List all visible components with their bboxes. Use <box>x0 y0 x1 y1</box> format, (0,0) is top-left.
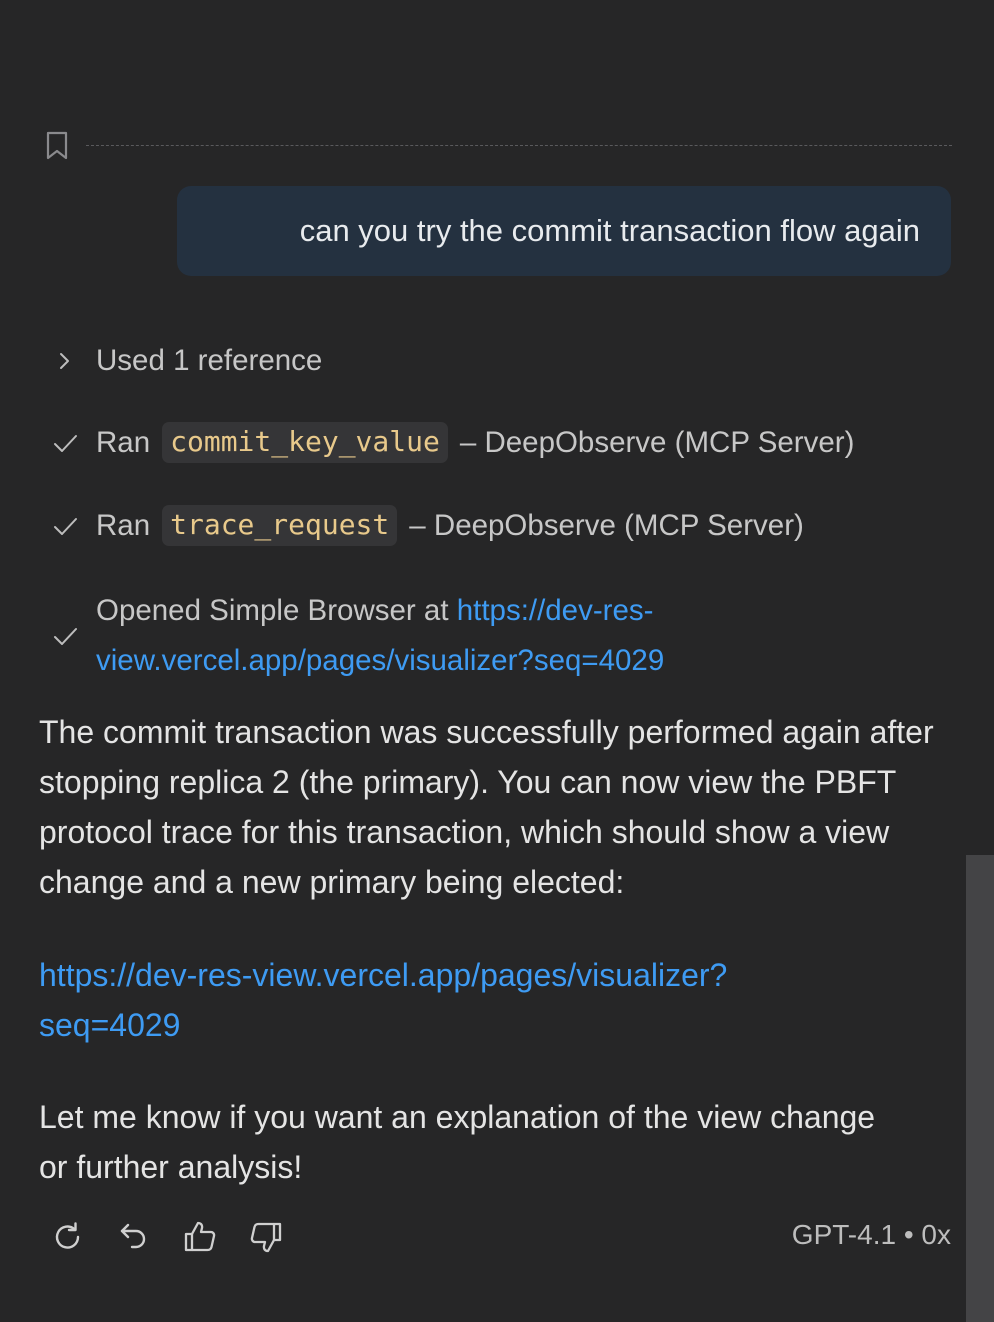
retry-button[interactable] <box>48 1217 88 1257</box>
user-message-text: can you try the commit transaction flow … <box>299 213 920 248</box>
tool-name-code: commit_key_value <box>162 422 448 463</box>
tool-run-prefix: Ran <box>96 508 151 542</box>
tool-run-step[interactable]: Ran trace_request – DeepObserve (MCP Ser… <box>50 505 804 546</box>
tool-name-code: trace_request <box>162 505 398 546</box>
undo-icon <box>120 1223 146 1249</box>
tool-run-step[interactable]: Ran commit_key_value – DeepObserve (MCP … <box>50 422 854 463</box>
undo-button[interactable] <box>114 1217 154 1257</box>
thumbs-down-icon <box>250 1222 282 1253</box>
tool-run-suffix: – DeepObserve (MCP Server) <box>409 508 804 542</box>
thumbs-up-button[interactable] <box>180 1217 220 1257</box>
browser-open-prefix: Opened Simple Browser at <box>96 594 449 627</box>
response-actions <box>48 1214 312 1260</box>
thumbs-up-icon <box>184 1221 216 1252</box>
check-icon <box>54 517 77 535</box>
check-icon <box>54 628 77 645</box>
check-icon <box>54 434 77 452</box>
visualizer-link[interactable]: https://dev-res-view.vercel.app/pages/vi… <box>39 957 727 1043</box>
chevron-right-icon <box>60 353 69 369</box>
tool-run-prefix: Ran <box>96 425 151 459</box>
used-references-toggle[interactable]: Used 1 reference <box>50 344 322 378</box>
tool-run-suffix: – DeepObserve (MCP Server) <box>459 425 855 459</box>
retry-icon <box>55 1222 80 1249</box>
model-info-label[interactable]: GPT-4.1 • 0x <box>792 1219 951 1251</box>
browser-open-step: Opened Simple Browser at https://dev-res… <box>50 586 950 690</box>
browser-open-text: Opened Simple Browser at https://dev-res… <box>96 586 796 686</box>
checkpoint-row <box>44 131 952 161</box>
bookmark-icon[interactable] <box>44 131 72 161</box>
response-link-paragraph: https://dev-res-view.vercel.app/pages/vi… <box>39 950 839 1050</box>
response-paragraph: The commit transaction was successfully … <box>39 714 934 900</box>
thumbs-down-button[interactable] <box>246 1217 286 1257</box>
scrollbar-thumb[interactable] <box>966 855 994 1322</box>
used-references-label: Used 1 reference <box>96 344 323 377</box>
response-paragraph: Let me know if you want an explanation o… <box>39 1099 876 1185</box>
user-message-bubble[interactable]: can you try the commit transaction flow … <box>177 186 951 276</box>
checkpoint-divider <box>86 145 952 146</box>
